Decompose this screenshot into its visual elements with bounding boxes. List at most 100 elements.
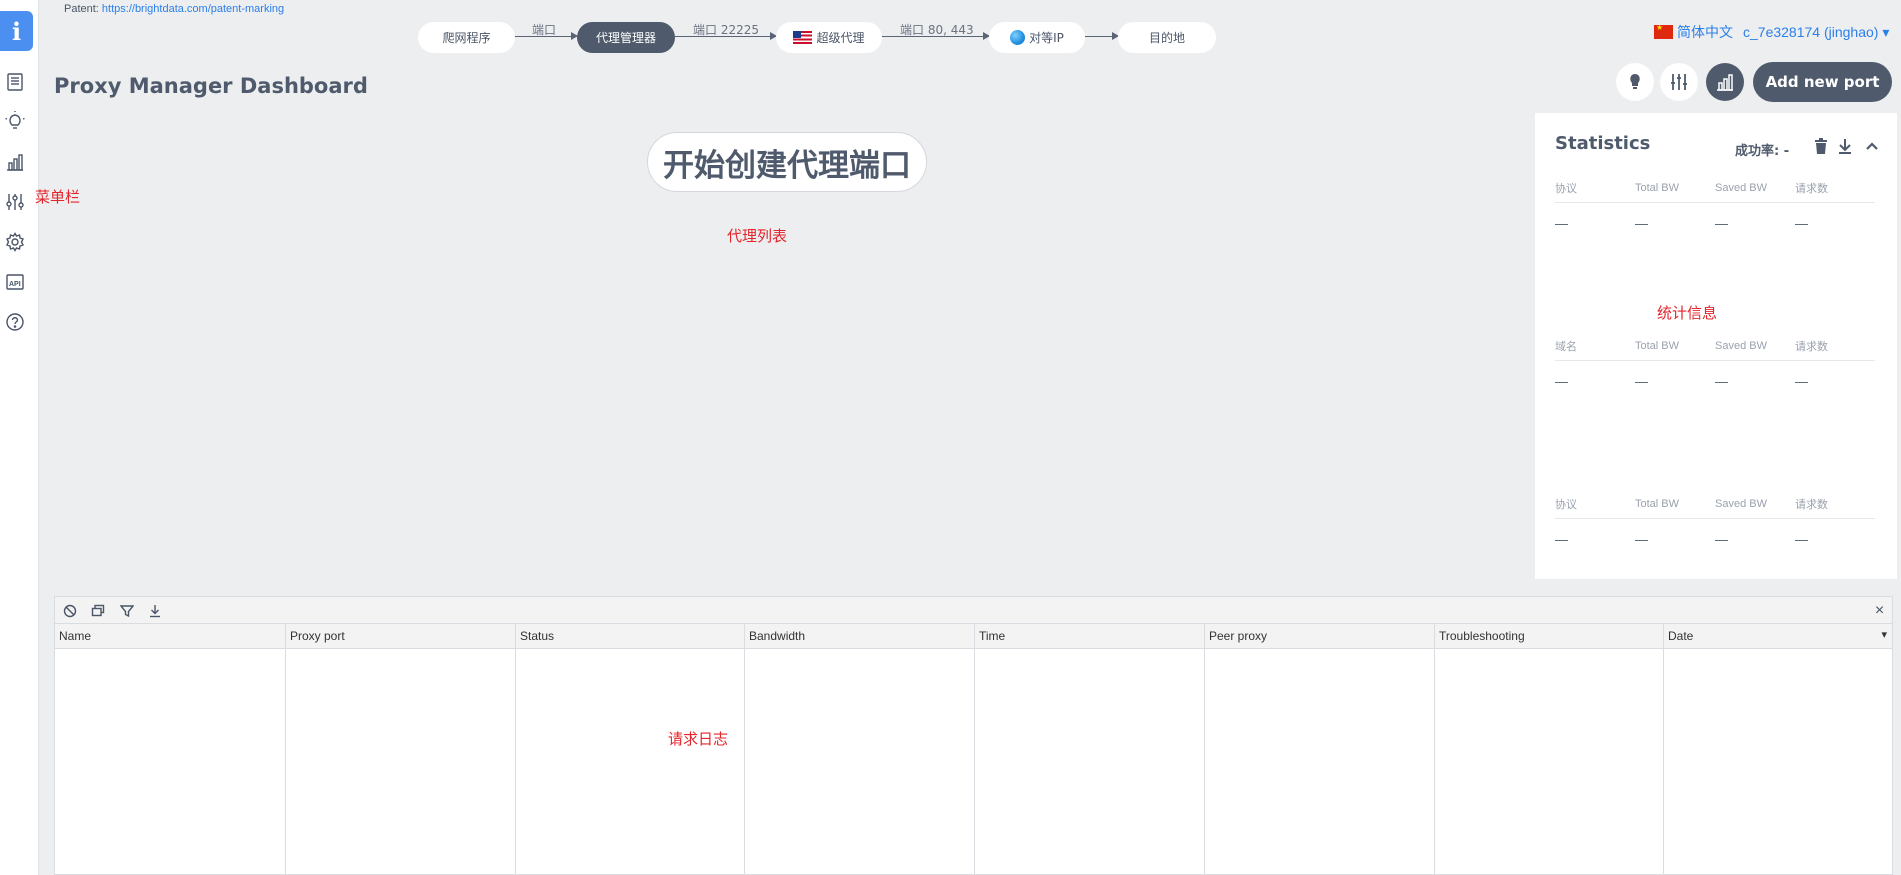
log-column (516, 649, 745, 875)
cell: — (1715, 531, 1728, 547)
api-icon[interactable]: API (4, 271, 26, 293)
cell: — (1795, 215, 1808, 231)
tips-button[interactable] (1616, 63, 1654, 101)
cell: — (1635, 531, 1648, 547)
statistics-panel: Statistics 成功率: - 协议 Total BW Saved BW 请… (1535, 113, 1897, 579)
header-cell: 协议 (1555, 498, 1577, 511)
column-header-troubleshooting[interactable]: Troubleshooting (1435, 624, 1664, 648)
sidebar: i API (0, 0, 39, 875)
info-logo[interactable]: i (0, 11, 33, 51)
china-flag-icon (1654, 23, 1673, 39)
column-header-name[interactable]: Name (55, 624, 286, 648)
header-cell: Saved BW (1715, 497, 1767, 510)
header-cell: Total BW (1635, 497, 1680, 510)
header-cell: Saved BW (1715, 339, 1767, 352)
header-cell: Total BW (1635, 339, 1680, 352)
flow-node-label: 爬网程序 (442, 31, 491, 45)
flow-edge-label: 端口 22225 (693, 23, 759, 37)
log-column (745, 649, 975, 875)
sliders-icon (1671, 74, 1687, 90)
log-toolbar: × (55, 597, 1892, 624)
flow-node-crawler: 爬网程序 (418, 22, 515, 53)
flow-arrow (1085, 32, 1119, 40)
flow-edge-label: 端口 80, 443 (900, 23, 974, 37)
sort-indicator-icon: ▾ (1881, 629, 1887, 641)
user-menu[interactable]: c_7e328174 (jinghao) ▾ (1743, 24, 1889, 41)
column-header-peer-proxy[interactable]: Peer proxy (1205, 624, 1435, 648)
svg-text:API: API (9, 281, 21, 288)
domain-stats-table: 域名 Total BW Saved BW 请求数 — — — — (1555, 331, 1875, 401)
collapse-chevron-icon[interactable] (1863, 137, 1881, 155)
column-header-date[interactable]: Date ▾ (1664, 624, 1892, 648)
clear-icon[interactable] (61, 602, 78, 619)
protocol-stats-table: 协议 Total BW Saved BW 请求数 — — — — (1555, 173, 1875, 243)
column-header-bandwidth[interactable]: Bandwidth (745, 624, 975, 648)
lightbulb-icon (1630, 74, 1640, 89)
header-cell: 请求数 (1795, 182, 1828, 195)
info-logo-glyph: i (11, 16, 22, 46)
sliders-icon[interactable] (4, 191, 26, 213)
flow-node-label: 代理管理器 (595, 31, 656, 45)
patent-notice: Patent: https://brightdata.com/patent-ma… (64, 3, 284, 15)
help-icon[interactable] (4, 311, 26, 333)
request-log-panel: × Name Proxy port Status Bandwidth Time … (54, 596, 1893, 875)
copy-icon[interactable] (89, 602, 106, 619)
us-flag-icon (793, 31, 813, 44)
settings-button[interactable] (1660, 63, 1698, 101)
cell: — (1715, 215, 1728, 231)
log-column (1664, 649, 1892, 875)
header-cell: 协议 (1555, 182, 1577, 195)
trash-icon[interactable] (1812, 137, 1830, 155)
log-column (1435, 649, 1664, 875)
bar-chart-icon[interactable] (4, 151, 26, 173)
download-icon[interactable] (146, 602, 163, 619)
success-rate: 成功率: - (1735, 144, 1790, 159)
list-icon[interactable] (4, 71, 26, 93)
date-header-label: Date (1668, 629, 1694, 643)
flow-node-proxy-manager: 代理管理器 (577, 22, 675, 53)
start-create-proxy-port-button[interactable]: 开始创建代理端口 (647, 132, 927, 192)
flow-node-label: 对等IP (1029, 31, 1064, 45)
header-cell: Total BW (1635, 181, 1680, 194)
column-header-time[interactable]: Time (975, 624, 1205, 648)
flow-node-peer-ip: 对等IP (989, 22, 1085, 53)
add-new-port-button[interactable]: Add new port (1753, 62, 1892, 102)
patent-link[interactable]: https://brightdata.com/patent-marking (102, 3, 284, 15)
proxy-list-annotation: 代理列表 (727, 227, 788, 245)
log-column (975, 649, 1205, 875)
globe-icon (1010, 30, 1026, 45)
log-column (1205, 649, 1435, 875)
header-cell: 域名 (1555, 340, 1577, 353)
cell: — (1555, 373, 1568, 389)
patent-label: Patent: (64, 3, 99, 15)
filter-icon[interactable] (118, 602, 135, 619)
column-header-status[interactable]: Status (516, 624, 745, 648)
flow-node-label: 超级代理 (816, 31, 865, 45)
cell: — (1795, 531, 1808, 547)
table-row: — — — — (1555, 519, 1875, 559)
download-icon[interactable] (1836, 137, 1854, 155)
gear-icon[interactable] (4, 231, 26, 253)
table-row: — — — — (1555, 203, 1875, 243)
table-header: 协议 Total BW Saved BW 请求数 (1555, 173, 1875, 203)
menu-bar-annotation: 菜单栏 (35, 188, 81, 206)
header-cell: 请求数 (1795, 498, 1828, 511)
table-header: 协议 Total BW Saved BW 请求数 (1555, 489, 1875, 519)
log-column (55, 649, 286, 875)
flow-edge-label: 端口 (532, 23, 557, 37)
lightbulb-icon[interactable] (4, 110, 26, 132)
close-icon[interactable]: × (1871, 602, 1888, 619)
flow-node-super-proxy: 超级代理 (776, 22, 882, 53)
table-row: — — — — (1555, 361, 1875, 401)
statistics-title: Statistics (1555, 133, 1651, 154)
flow-node-label: 目的地 (1148, 31, 1185, 45)
cell: — (1555, 531, 1568, 547)
column-header-proxy-port[interactable]: Proxy port (286, 624, 516, 648)
header-cell: Saved BW (1715, 181, 1767, 194)
log-table-body (55, 649, 1892, 875)
statistics-toggle-button[interactable] (1706, 63, 1744, 101)
log-table-header: Name Proxy port Status Bandwidth Time Pe… (55, 624, 1892, 649)
cell: — (1635, 373, 1648, 389)
language-label: 简体中文 (1677, 25, 1733, 41)
language-selector[interactable]: 简体中文 (1654, 22, 1733, 42)
